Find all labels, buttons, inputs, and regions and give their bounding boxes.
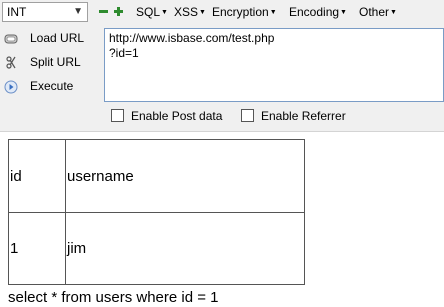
hackbar-panel: INT ▼ SQL▼ XSS▼ Encryption▼ Encoding▼ Ot…	[0, 0, 444, 132]
menu-sql-label: SQL	[136, 5, 161, 19]
header-cell-id: id	[8, 139, 66, 213]
table-cell-username: jim	[65, 212, 305, 285]
menu-encryption[interactable]: Encryption▼	[212, 5, 277, 20]
load-url-button[interactable]: Load URL	[4, 28, 84, 48]
split-url-label: Split URL	[30, 55, 81, 69]
sql-query-text: select * from users where id = 1	[8, 289, 219, 306]
checkbox-box[interactable]	[111, 109, 124, 122]
table-row: 1 jim	[8, 212, 305, 285]
menu-xss-label: XSS	[174, 5, 199, 19]
menu-encoding-label: Encoding	[289, 5, 340, 19]
execute-button[interactable]: Execute	[4, 76, 73, 96]
caret-down-icon: ▼	[340, 9, 347, 16]
menu-other[interactable]: Other▼	[359, 5, 397, 20]
plus-icon[interactable]	[114, 7, 123, 16]
type-select[interactable]: INT ▼	[2, 2, 88, 22]
caret-down-icon: ▼	[390, 9, 397, 16]
table-header-row: id username	[8, 139, 305, 213]
type-select-value: INT	[7, 5, 27, 19]
enable-referrer-checkbox[interactable]: Enable Referrer	[241, 108, 346, 124]
menu-xss[interactable]: XSS▼	[174, 5, 206, 20]
split-url-button[interactable]: Split URL	[4, 52, 81, 72]
enable-post-data-label: Enable Post data	[131, 109, 223, 123]
checkbox-box[interactable]	[241, 109, 254, 122]
caret-down-icon: ▼	[161, 9, 168, 16]
menu-other-label: Other	[359, 5, 390, 19]
table-cell-id: 1	[8, 212, 66, 285]
load-url-icon	[4, 34, 18, 44]
execute-icon	[4, 80, 18, 94]
menu-sql[interactable]: SQL▼	[136, 5, 168, 20]
load-url-label: Load URL	[30, 31, 85, 45]
chevron-down-icon: ▼	[73, 6, 83, 17]
execute-label: Execute	[30, 79, 74, 93]
caret-down-icon: ▼	[199, 9, 206, 16]
enable-referrer-label: Enable Referrer	[261, 109, 346, 123]
header-cell-username: username	[65, 139, 305, 213]
split-url-icon	[6, 56, 16, 69]
url-textarea[interactable]: http://www.isbase.com/test.php ?id=1	[104, 28, 444, 102]
menu-encryption-label: Encryption	[212, 5, 269, 19]
menu-encoding[interactable]: Encoding▼	[289, 5, 347, 20]
caret-down-icon: ▼	[269, 9, 277, 16]
minus-icon[interactable]	[99, 7, 108, 16]
enable-post-data-checkbox[interactable]: Enable Post data	[111, 108, 222, 124]
results-table: id username 1 jim	[8, 139, 305, 285]
